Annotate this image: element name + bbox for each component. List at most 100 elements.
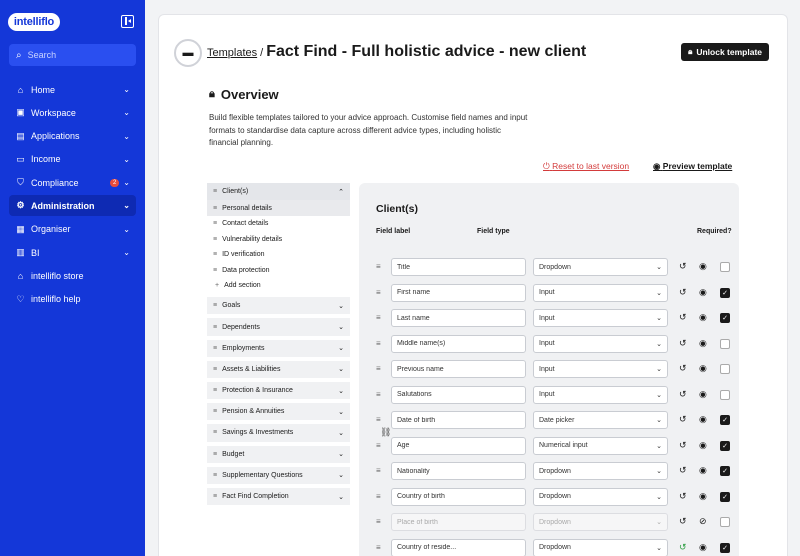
field-label-input[interactable]	[391, 513, 526, 531]
undo-icon[interactable]: ↺	[679, 440, 687, 451]
eye-icon[interactable]: ◉	[699, 491, 707, 502]
required-checkbox[interactable]	[720, 262, 730, 272]
section-item[interactable]: ≡ Dependents ⌄	[207, 318, 350, 336]
intelliflo-logo[interactable]: intelliflo	[8, 13, 60, 31]
section-item[interactable]: ≡ Budget ⌄	[207, 445, 350, 463]
field-type-select[interactable]: Input ⌄	[533, 360, 668, 378]
drag-handle-icon[interactable]: ≡	[376, 415, 381, 424]
nav-item-home[interactable]: ⌂ Home ⌄	[9, 79, 136, 100]
section-item[interactable]: ≡ Goals ⌄	[207, 297, 350, 315]
undo-icon[interactable]: ↺	[679, 491, 687, 502]
undo-icon[interactable]: ↺	[679, 312, 687, 323]
required-checkbox[interactable]	[720, 517, 730, 527]
drag-handle-icon[interactable]: ≡	[376, 492, 381, 501]
unlock-template-button[interactable]: 🔒︎ Unlock template	[681, 43, 769, 61]
required-checkbox[interactable]	[720, 389, 730, 400]
drag-handle-icon[interactable]: ≡	[213, 387, 217, 394]
drag-handle-icon[interactable]: ≡	[213, 188, 217, 195]
field-type-select[interactable]: Dropdown ⌄	[533, 487, 668, 506]
eye-off-icon[interactable]: ⊘	[699, 516, 707, 527]
drag-handle-icon[interactable]: ≡	[213, 345, 217, 352]
subsection-item[interactable]: ≡ Data protection	[207, 262, 350, 278]
field-label-input[interactable]	[391, 334, 526, 353]
drag-handle-icon[interactable]: ≡	[376, 390, 381, 399]
section-item[interactable]: ≡ Pension & Annuities ⌄	[207, 403, 350, 421]
drag-handle-icon[interactable]: ≡	[376, 466, 381, 475]
field-label-input[interactable]	[391, 538, 526, 556]
required-checkbox[interactable]: ✓	[720, 542, 730, 553]
field-type-select[interactable]: Dropdown ⌄	[533, 513, 668, 531]
field-type-select[interactable]: Input ⌄	[533, 283, 668, 302]
eye-icon[interactable]: ◉	[699, 465, 707, 476]
nav-item-applications[interactable]: ▤ Applications ⌄	[9, 126, 136, 147]
drag-handle-icon[interactable]: ≡	[376, 288, 381, 297]
required-checkbox[interactable]: ✓	[720, 466, 730, 476]
drag-handle-icon[interactable]: ≡	[376, 543, 381, 552]
nav-item-intelliflo-store[interactable]: ⌂ intelliflo store	[9, 265, 136, 286]
section-item[interactable]: ≡ Protection & Insurance ⌄	[207, 381, 350, 400]
required-checkbox[interactable]: ✓	[720, 415, 730, 425]
drag-handle-icon[interactable]: ≡	[376, 262, 381, 271]
nav-item-income[interactable]: ▭ Income ⌄	[9, 149, 136, 170]
field-label-input[interactable]	[391, 283, 526, 302]
eye-icon[interactable]: ◉	[699, 440, 707, 451]
undo-icon[interactable]: ↺	[679, 261, 687, 272]
drag-handle-icon[interactable]: ≡	[213, 205, 217, 212]
required-checkbox[interactable]	[720, 364, 730, 374]
field-label-input[interactable]	[391, 436, 526, 455]
collapse-sidebar-icon[interactable]	[121, 15, 134, 28]
drag-handle-icon[interactable]: ≡	[213, 493, 217, 500]
eye-icon[interactable]: ◉	[699, 542, 707, 553]
field-type-select[interactable]: Dropdown ⌄	[533, 462, 668, 480]
drag-handle-icon[interactable]: ≡	[213, 236, 217, 243]
required-checkbox[interactable]: ✓	[720, 440, 730, 451]
nav-item-compliance[interactable]: ⛉ Compliance 2 ⌄	[9, 172, 136, 193]
subsection-item[interactable]: ≡ Contact details	[207, 216, 350, 232]
subsection-item[interactable]: ≡ Vulnerability details	[207, 231, 350, 247]
drag-handle-icon[interactable]: ≡	[213, 324, 217, 331]
drag-handle-icon[interactable]: ≡	[213, 251, 217, 258]
drag-handle-icon[interactable]: ≡	[213, 408, 217, 415]
drag-handle-icon[interactable]: ≡	[213, 220, 217, 227]
drag-handle-icon[interactable]: ≡	[376, 364, 381, 373]
preview-template-link[interactable]: ◉ Preview template	[653, 161, 732, 172]
field-type-select[interactable]: Dropdown ⌄	[533, 258, 668, 276]
field-label-input[interactable]	[391, 411, 526, 429]
drag-handle-icon[interactable]: ≡	[213, 429, 217, 436]
drag-handle-icon[interactable]: ≡	[376, 313, 381, 322]
undo-icon[interactable]: ↺	[679, 389, 687, 400]
drag-handle-icon[interactable]: ≡	[213, 451, 217, 458]
field-type-select[interactable]: Input ⌄	[533, 385, 668, 404]
required-checkbox[interactable]	[720, 338, 730, 349]
subsection-item[interactable]: ≡ ID verification	[207, 247, 350, 263]
eye-icon[interactable]: ◉	[699, 414, 707, 425]
required-checkbox[interactable]: ✓	[720, 313, 730, 323]
drag-handle-icon[interactable]: ≡	[213, 366, 217, 373]
undo-icon[interactable]: ↺	[679, 465, 687, 476]
undo-icon[interactable]: ↺	[679, 542, 687, 553]
field-type-select[interactable]: Dropdown ⌄	[533, 538, 668, 556]
undo-icon[interactable]: ↺	[679, 363, 687, 374]
nav-item-organiser[interactable]: ▦ Organiser ⌄	[9, 219, 136, 240]
section-clients[interactable]: ≡ Client(s) ⌃	[207, 183, 350, 201]
field-type-select[interactable]: Numerical input ⌄	[533, 436, 668, 455]
nav-item-bi[interactable]: ▥ BI ⌄	[9, 242, 136, 263]
drag-handle-icon[interactable]: ≡	[376, 441, 381, 450]
undo-icon[interactable]: ↺	[679, 414, 687, 425]
section-item[interactable]: ≡ Employments ⌄	[207, 339, 350, 357]
add-section-button[interactable]: + Add section	[207, 278, 350, 294]
undo-icon[interactable]: ↺	[679, 287, 687, 298]
reset-to-last-version-link[interactable]: ⏻ Reset to last version	[543, 161, 629, 172]
nav-item-intelliflo-help[interactable]: ♡ intelliflo help	[9, 289, 136, 310]
drag-handle-icon[interactable]: ≡	[376, 339, 381, 348]
nav-item-administration[interactable]: ⚙ Administration ⌄	[9, 195, 136, 217]
eye-icon[interactable]: ◉	[699, 389, 707, 400]
field-type-select[interactable]: Input ⌄	[533, 334, 668, 353]
section-item[interactable]: ≡ Supplementary Questions ⌄	[207, 466, 350, 484]
search-input[interactable]	[27, 50, 118, 60]
drag-handle-icon[interactable]: ≡	[376, 517, 381, 526]
required-checkbox[interactable]: ✓	[720, 287, 730, 298]
field-label-input[interactable]	[391, 258, 526, 276]
section-item[interactable]: ≡ Savings & Investments ⌄	[207, 424, 350, 442]
undo-icon[interactable]: ↺	[679, 338, 687, 349]
